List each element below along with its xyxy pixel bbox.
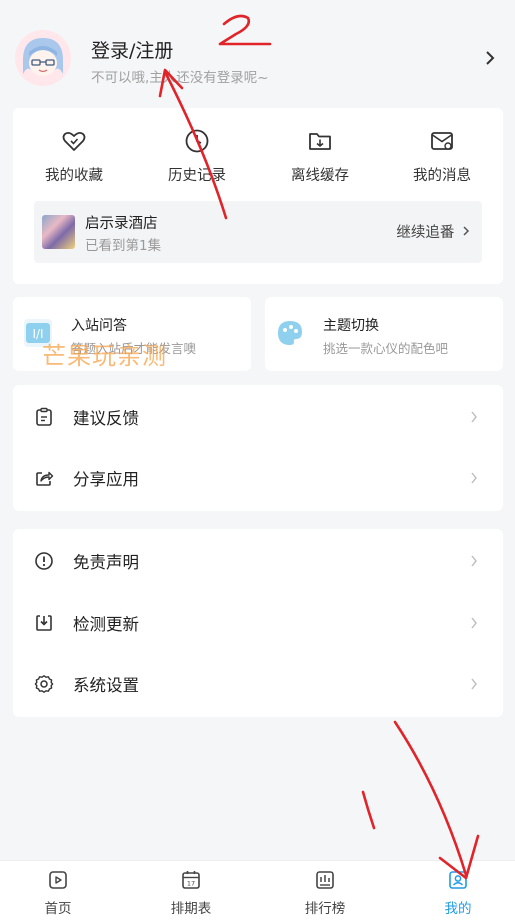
theme-title: 主题切换 [323, 318, 379, 334]
history-label: 历史记录 [168, 168, 226, 184]
login-register-title[interactable]: 登录/注册 [91, 36, 173, 63]
settings-icon [34, 675, 54, 693]
heart-icon [62, 131, 86, 151]
profile-icon [449, 871, 467, 889]
watermark-text: 芒果玩亲测 [42, 342, 167, 370]
continue-watching-button[interactable]: 继续追番 [396, 221, 470, 242]
feedback-label: 建议反馈 [73, 409, 139, 428]
episode-progress: 已看到第1集 [85, 238, 162, 254]
nav-home-label: 首页 [44, 901, 72, 917]
mail-icon [431, 132, 453, 150]
disclaimer-label: 免责声明 [73, 553, 139, 572]
menu-item-check-update[interactable]: 检测更新 [13, 592, 503, 654]
messages-label: 我的消息 [413, 168, 471, 184]
settings-label: 系统设置 [73, 676, 139, 695]
nav-mine-label: 我的 [444, 901, 472, 917]
bottom-nav: 首页 17 排期表 排行榜 我的 [0, 860, 515, 920]
clock-icon [185, 129, 209, 153]
number-one-annotation [361, 790, 376, 830]
theme-subtitle: 挑选一款心仪的配色吧 [323, 341, 449, 356]
ranking-icon [316, 871, 334, 889]
home-icon [49, 871, 67, 889]
check-update-label: 检测更新 [73, 615, 139, 634]
chevron-right-icon [471, 472, 477, 484]
menu-item-disclaimer[interactable]: 免责声明 [13, 530, 503, 592]
anime-title: 启示录酒店 [85, 216, 158, 232]
share-label: 分享应用 [73, 470, 139, 489]
folder-download-icon [309, 133, 331, 150]
chevron-right-icon [471, 555, 477, 567]
palette-icon [276, 319, 304, 347]
share-icon [36, 471, 54, 486]
chevron-right-icon[interactable] [483, 48, 497, 68]
arrow-annotation [393, 720, 468, 877]
offline-cache-button[interactable]: 离线缓存 [275, 128, 365, 188]
nav-schedule[interactable]: 17 排期表 [151, 869, 231, 919]
continue-watching-label: 继续追番 [396, 225, 455, 241]
menu-item-share[interactable]: 分享应用 [13, 447, 503, 509]
quick-actions-card: 我的收藏 历史记录 离线缓存 我的消息 启示录酒店 已看到第1集 继续追番 [13, 108, 503, 284]
menu-item-feedback[interactable]: 建议反馈 [13, 386, 503, 448]
nav-schedule-label: 排期表 [170, 901, 212, 917]
profile-header[interactable]: 登录/注册 不可以哦,主人还没有登录呢~ [0, 22, 515, 98]
nav-home[interactable]: 首页 [18, 869, 98, 919]
anime-thumbnail [42, 215, 75, 249]
favorites-button[interactable]: 我的收藏 [29, 128, 119, 188]
login-subtitle: 不可以哦,主人还没有登录呢~ [91, 70, 269, 86]
svg-text:17: 17 [187, 880, 195, 888]
favorites-label: 我的收藏 [45, 168, 103, 184]
qa-title: 入站问答 [71, 318, 127, 334]
update-icon [36, 615, 52, 631]
chevron-right-icon [471, 617, 477, 629]
menu-item-settings[interactable]: 系统设置 [13, 653, 503, 715]
offline-cache-label: 离线缓存 [291, 168, 349, 184]
menu-group-1: 建议反馈 分享应用 [13, 385, 503, 511]
theme-card[interactable]: 主题切换 挑选一款心仪的配色吧 [265, 297, 503, 371]
calendar-icon: 17 [182, 871, 200, 889]
nav-ranking-label: 排行榜 [304, 901, 346, 917]
chevron-right-icon [471, 411, 477, 423]
chevron-right-icon [463, 226, 470, 236]
feedback-icon [36, 407, 52, 426]
watch-history-entry[interactable]: 启示录酒店 已看到第1集 继续追番 [34, 201, 482, 263]
history-button[interactable]: 历史记录 [152, 128, 242, 188]
nav-ranking[interactable]: 排行榜 [285, 869, 365, 919]
chevron-right-icon [471, 678, 477, 690]
nav-mine[interactable]: 我的 [418, 869, 498, 919]
avatar[interactable] [15, 30, 71, 86]
info-icon [35, 552, 53, 570]
menu-group-2: 免责声明 检测更新 系统设置 [13, 529, 503, 717]
messages-button[interactable]: 我的消息 [397, 128, 487, 188]
